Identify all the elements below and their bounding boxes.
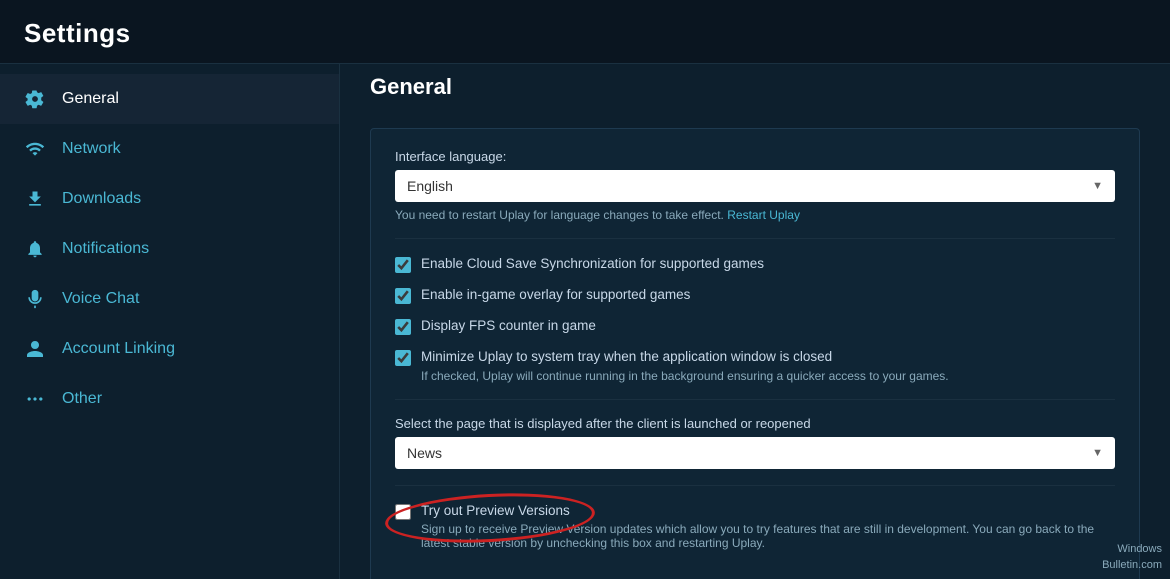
sidebar-item-label-other: Other [62, 390, 102, 408]
fps-label-group: Display FPS counter in game [421, 317, 596, 336]
sidebar-item-general[interactable]: General [0, 74, 339, 124]
startup-page-select[interactable]: News Games Friends Store [395, 437, 1115, 469]
overlay-checkbox[interactable] [395, 288, 411, 304]
sidebar-item-label-notifications: Notifications [62, 240, 149, 258]
startup-page-select-wrapper: News Games Friends Store [395, 437, 1115, 469]
checkbox-row-cloud-save: Enable Cloud Save Synchronization for su… [395, 255, 1115, 274]
sidebar-item-network[interactable]: Network [0, 124, 339, 174]
fps-checkbox[interactable] [395, 319, 411, 335]
checkbox-row-fps: Display FPS counter in game [395, 317, 1115, 336]
checkbox-row-preview: Try out Preview Versions Sign up to rece… [395, 502, 1115, 551]
settings-panel: Interface language: English French Germa… [370, 128, 1140, 579]
startup-page-label: Select the page that is displayed after … [395, 416, 1115, 431]
preview-section: Try out Preview Versions Sign up to rece… [395, 502, 1115, 551]
preview-label: Try out Preview Versions [421, 502, 1115, 521]
cloud-save-label: Enable Cloud Save Synchronization for su… [421, 255, 764, 274]
minimize-checkbox[interactable] [395, 350, 411, 366]
divider-1 [395, 238, 1115, 239]
checkbox-row-minimize: Minimize Uplay to system tray when the a… [395, 348, 1115, 383]
divider-2 [395, 399, 1115, 400]
preview-sublabel: Sign up to receive Preview Version updat… [421, 522, 1115, 550]
mic-icon [24, 288, 46, 310]
minimize-label-group: Minimize Uplay to system tray when the a… [421, 348, 949, 383]
checkbox-row-overlay: Enable in-game overlay for supported gam… [395, 286, 1115, 305]
sidebar-item-label-network: Network [62, 140, 121, 158]
language-select[interactable]: English French German Spanish Italian [395, 170, 1115, 202]
content-area: General Interface language: English Fren… [340, 64, 1170, 579]
network-icon [24, 138, 46, 160]
sidebar-item-downloads[interactable]: Downloads [0, 174, 339, 224]
page-title: Settings [24, 18, 1146, 49]
sidebar-item-label-voice-chat: Voice Chat [62, 290, 139, 308]
sidebar-item-voice-chat[interactable]: Voice Chat [0, 274, 339, 324]
bell-icon [24, 238, 46, 260]
fps-label: Display FPS counter in game [421, 317, 596, 336]
main-layout: General Network Downloads Notifications [0, 64, 1170, 579]
content-inner: General Interface language: English Fren… [340, 64, 1170, 579]
overlay-label: Enable in-game overlay for supported gam… [421, 286, 690, 305]
startup-page-group: Select the page that is displayed after … [395, 416, 1115, 469]
sidebar-item-label-account-linking: Account Linking [62, 340, 175, 358]
watermark: Windows Bulletin.com [1102, 542, 1162, 573]
preview-checkbox[interactable] [395, 504, 411, 520]
cloud-save-label-group: Enable Cloud Save Synchronization for su… [421, 255, 764, 274]
sidebar-item-other[interactable]: Other [0, 374, 339, 424]
divider-3 [395, 485, 1115, 486]
language-select-wrapper: English French German Spanish Italian [395, 170, 1115, 202]
gear-icon [24, 88, 46, 110]
sidebar-item-label-downloads: Downloads [62, 190, 141, 208]
sidebar-item-notifications[interactable]: Notifications [0, 224, 339, 274]
restart-note: You need to restart Uplay for language c… [395, 208, 1115, 222]
restart-link[interactable]: Restart Uplay [727, 208, 800, 222]
cloud-save-checkbox[interactable] [395, 257, 411, 273]
overlay-label-group: Enable in-game overlay for supported gam… [421, 286, 690, 305]
minimize-sublabel: If checked, Uplay will continue running … [421, 369, 949, 383]
user-icon [24, 338, 46, 360]
sidebar: General Network Downloads Notifications [0, 64, 340, 579]
content-title: General [370, 74, 1140, 108]
language-group: Interface language: English French Germa… [395, 149, 1115, 222]
sidebar-item-label-general: General [62, 90, 119, 108]
download-icon [24, 188, 46, 210]
header: Settings [0, 0, 1170, 64]
preview-label-group: Try out Preview Versions Sign up to rece… [421, 502, 1115, 551]
language-label: Interface language: [395, 149, 1115, 164]
minimize-label: Minimize Uplay to system tray when the a… [421, 348, 949, 367]
sidebar-item-account-linking[interactable]: Account Linking [0, 324, 339, 374]
dots-icon [24, 388, 46, 410]
